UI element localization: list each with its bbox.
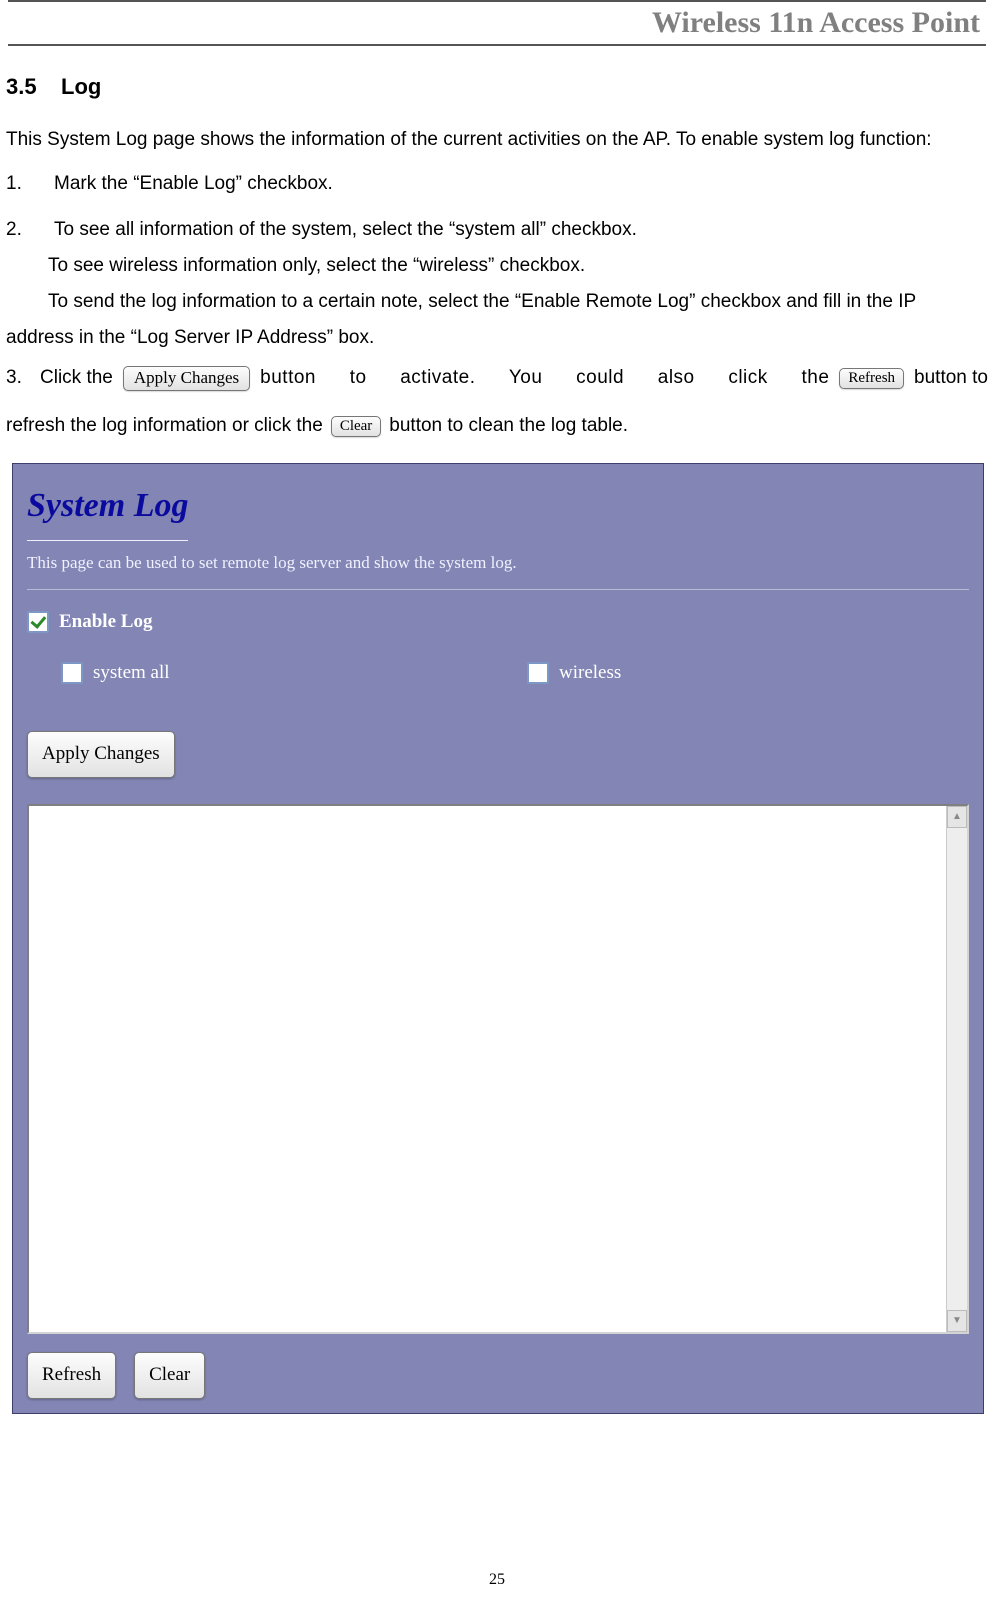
step-1-number: 1. (6, 166, 30, 202)
page-content: 3.5 Log This System Log page shows the i… (0, 46, 994, 1414)
system-log-panel: System Log This page can be used to set … (12, 463, 984, 1414)
wireless-label: wireless (559, 655, 621, 691)
document-page: Wireless 11n Access Point 3.5 Log This S… (0, 0, 994, 1601)
panel-footer-buttons: Refresh Clear (27, 1342, 969, 1399)
header-title: Wireless 11n Access Point (652, 6, 980, 39)
panel-title: System Log (27, 474, 188, 542)
panel-clear-button[interactable]: Clear (134, 1352, 205, 1399)
panel-subtitle: This page can be used to set remote log … (27, 547, 969, 590)
step-3-line2a: refresh the log information or click the (6, 408, 323, 444)
step-1-text: Mark the “Enable Log” checkbox. (54, 166, 333, 202)
step-1: 1. Mark the “Enable Log” checkbox. (6, 166, 988, 202)
intro-paragraph: This System Log page shows the informati… (6, 122, 988, 158)
step-2: 2. To see all information of the system,… (6, 212, 988, 248)
page-number: 25 (0, 1571, 994, 1589)
step-3-mid: button to activate. You could also click… (260, 360, 829, 396)
step-3-pre: Click the (40, 360, 113, 396)
filter-row: system all wireless (27, 655, 969, 691)
apply-changes-button[interactable]: Apply Changes (123, 366, 250, 392)
step-2-line3-text: To send the log information to a certain… (6, 291, 916, 348)
system-all-checkbox[interactable] (61, 662, 83, 684)
step-2-number: 2. (6, 212, 30, 248)
scrollbar[interactable]: ▲ ▼ (946, 806, 967, 1332)
wireless-checkbox[interactable] (527, 662, 549, 684)
enable-log-label: Enable Log (59, 604, 152, 640)
page-header: Wireless 11n Access Point (8, 0, 986, 46)
system-all-label: system all (93, 655, 170, 691)
panel-refresh-button[interactable]: Refresh (27, 1352, 116, 1399)
step-3-line2: refresh the log information or click the… (6, 408, 988, 444)
log-textarea[interactable]: ▲ ▼ (27, 804, 969, 1334)
refresh-button[interactable]: Refresh (839, 368, 904, 390)
section-heading: 3.5 Log (6, 66, 988, 108)
step-3-number: 3. (6, 360, 30, 396)
section-number: 3.5 (6, 74, 37, 99)
step-3: 3. Click the Apply Changes button to act… (6, 360, 988, 396)
step-3-post: button to (914, 360, 988, 396)
step-2-line2: To see wireless information only, select… (6, 248, 988, 284)
section-title-text: Log (61, 74, 101, 99)
step-2-line3: To send the log information to a certain… (6, 284, 988, 356)
clear-button[interactable]: Clear (331, 416, 381, 438)
step-3-line2b: button to clean the log table. (389, 408, 628, 444)
scroll-down-icon[interactable]: ▼ (947, 1310, 967, 1332)
enable-log-row: Enable Log (27, 604, 969, 640)
enable-log-checkbox[interactable] (27, 611, 49, 633)
scroll-up-icon[interactable]: ▲ (947, 806, 967, 828)
step-2-line1: To see all information of the system, se… (54, 212, 637, 248)
panel-apply-button[interactable]: Apply Changes (27, 731, 175, 778)
